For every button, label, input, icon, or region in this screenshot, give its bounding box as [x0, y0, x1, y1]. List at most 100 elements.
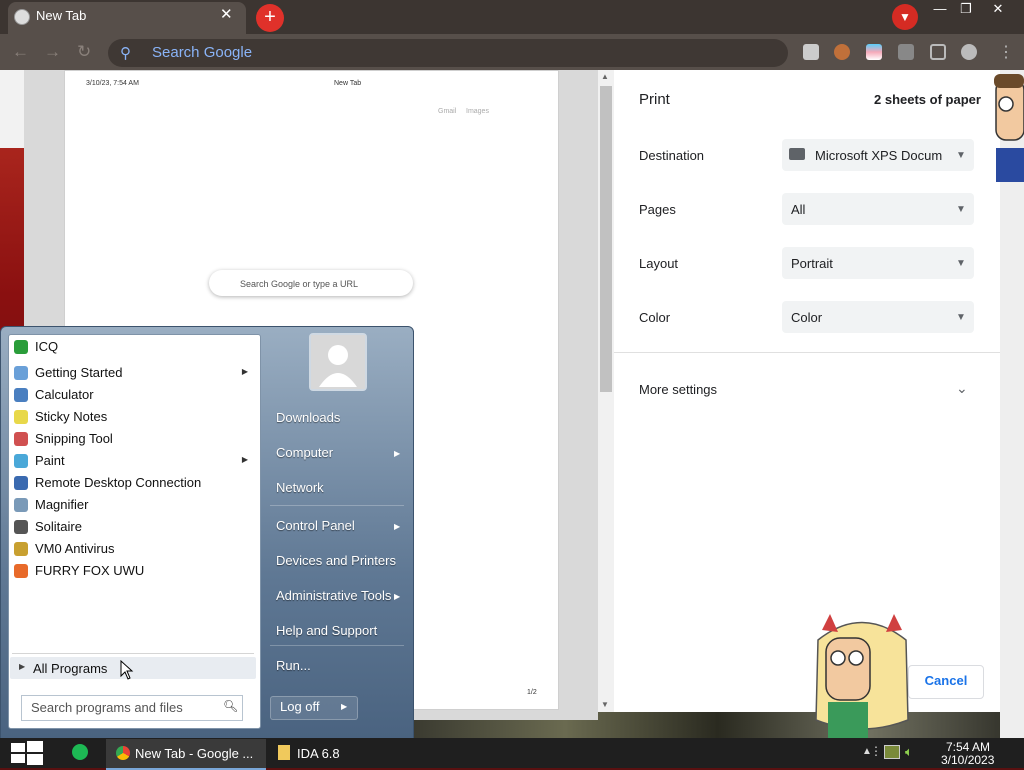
magnifier-icon [14, 498, 28, 512]
chevron-down-icon: ▼ [956, 258, 966, 269]
chevron-down-icon: ▼ [956, 312, 966, 323]
start-link[interactable]: Administrative Tools [276, 588, 391, 603]
solitaire-icon [14, 520, 28, 534]
program-item[interactable]: Calculator [12, 384, 258, 406]
icq-icon [14, 340, 28, 354]
cartoon-sticker-top [994, 74, 1024, 182]
chevron-right-icon: ▶ [19, 662, 26, 671]
log-off-label: Log off [280, 699, 320, 714]
print-title: Print [639, 91, 670, 108]
volume-icon[interactable]: 🔈︎ [905, 744, 913, 760]
start-link[interactable]: Control Panel [276, 518, 355, 533]
program-label: Sticky Notes [35, 409, 108, 424]
program-item[interactable]: Magnifier [12, 494, 258, 516]
program-item[interactable]: Remote Desktop Connection [12, 472, 258, 494]
program-item[interactable]: VM0 Antivirus [12, 538, 258, 560]
chevron-down-icon: ▼ [956, 150, 966, 161]
ublock-icon[interactable] [803, 44, 819, 60]
start-link[interactable]: Help and Support [276, 623, 377, 638]
program-label: Paint [35, 453, 65, 468]
chevron-right-icon: ▶ [394, 522, 401, 531]
layout-label: Layout [639, 256, 679, 271]
cancel-button[interactable]: Cancel [908, 665, 984, 699]
preview-title: New Tab [334, 80, 362, 87]
scroll-down-icon[interactable]: ▼ [601, 700, 609, 709]
start-link[interactable]: Downloads [276, 410, 340, 425]
network-icon[interactable]: ⋮ [870, 744, 882, 758]
clock-time[interactable]: 7:54 AM [946, 740, 990, 754]
menu-dots-icon[interactable]: ⋮ [998, 42, 1014, 62]
chevron-right-icon: ▶ [241, 367, 248, 376]
clock-date[interactable]: 3/10/2023 [941, 753, 994, 767]
monitor-icon[interactable] [884, 745, 900, 759]
new-tab-button[interactable]: + [256, 4, 284, 32]
chevron-right-icon: ▶ [394, 449, 401, 458]
pages-value: All [791, 202, 806, 217]
forward-icon[interactable]: → [44, 42, 61, 62]
search-icon[interactable]: 🔍︎ [223, 699, 238, 713]
start-menu-separator [270, 645, 404, 646]
side-panel-icon[interactable] [930, 44, 946, 60]
program-item[interactable]: Solitaire [12, 516, 258, 538]
pages-select[interactable] [782, 193, 974, 225]
program-item[interactable]: FURRY FOX UWU [12, 560, 258, 582]
back-icon[interactable]: ← [12, 42, 29, 62]
search-icon: ⚲ [120, 45, 131, 62]
program-label: ICQ [35, 339, 59, 354]
user-avatar[interactable] [309, 333, 367, 391]
program-item[interactable]: ICQ [12, 336, 258, 358]
pages-label: Pages [639, 202, 676, 217]
start-search-placeholder: Search programs and files [31, 700, 183, 715]
remote-desktop-icon [14, 476, 28, 490]
more-settings-toggle[interactable]: More settings [639, 382, 717, 397]
windows-start-icon[interactable] [8, 740, 46, 766]
program-item[interactable]: Paint ▶ [12, 450, 258, 472]
program-item[interactable]: Snipping Tool [12, 428, 258, 450]
programs-separator [12, 653, 254, 654]
start-link[interactable]: Network [276, 480, 324, 495]
shield-icon [14, 542, 28, 556]
flag-extension-icon[interactable] [866, 44, 882, 60]
program-item[interactable]: Sticky Notes [12, 406, 258, 428]
sticky-notes-icon [14, 410, 28, 424]
cartoon-sticker-bottom [815, 614, 909, 738]
all-programs-label: All Programs [33, 661, 108, 676]
destination-label: Destination [639, 148, 705, 163]
taskbar-ida-label[interactable]: IDA 6.8 [297, 746, 340, 761]
program-label: Getting Started [35, 365, 123, 380]
chevron-right-icon[interactable]: ▶ [341, 702, 347, 711]
desktop-icon-strip [0, 68, 26, 148]
preview-search-text: Search Google or type a URL [240, 279, 359, 289]
start-link[interactable]: Run... [276, 658, 311, 673]
reload-icon[interactable]: ↻ [77, 42, 91, 62]
program-item[interactable]: Getting Started ▶ [12, 362, 258, 384]
puzzle-icon[interactable] [898, 44, 914, 60]
program-label: VM0 Antivirus [35, 541, 115, 556]
color-value: Color [791, 310, 823, 325]
getting-started-icon [14, 366, 28, 380]
folder-icon[interactable] [278, 745, 290, 760]
panel-divider [614, 352, 1000, 353]
snipping-tool-icon [14, 432, 28, 446]
window-close-icon[interactable]: ✕ [984, 2, 1012, 18]
spotify-icon[interactable] [72, 744, 88, 760]
restore-icon[interactable]: ❐ [952, 2, 980, 18]
chevron-right-icon: ▶ [241, 455, 248, 464]
tab-close-icon[interactable]: ✕ [220, 5, 233, 23]
start-link[interactable]: Devices and Printers [276, 553, 396, 568]
chrome-icon [116, 746, 130, 760]
scroll-up-icon[interactable]: ▲ [601, 72, 609, 81]
chevron-down-icon[interactable]: ⌄ [956, 380, 968, 397]
preview-images-link: Images [466, 108, 489, 115]
start-menu-separator [270, 505, 404, 506]
user-silhouette-icon [311, 335, 365, 389]
profile-icon[interactable] [961, 44, 977, 60]
scrollbar-thumb[interactable] [600, 86, 612, 392]
sheet-count: 2 sheets of paper [874, 92, 981, 107]
extension-avatar-icon[interactable] [834, 44, 850, 60]
minimize-icon[interactable]: — [926, 2, 954, 18]
program-label: Snipping Tool [35, 431, 113, 446]
start-link[interactable]: Computer [276, 445, 333, 460]
program-label: Remote Desktop Connection [35, 475, 202, 490]
tab-search-button[interactable]: ▼ [892, 4, 918, 30]
